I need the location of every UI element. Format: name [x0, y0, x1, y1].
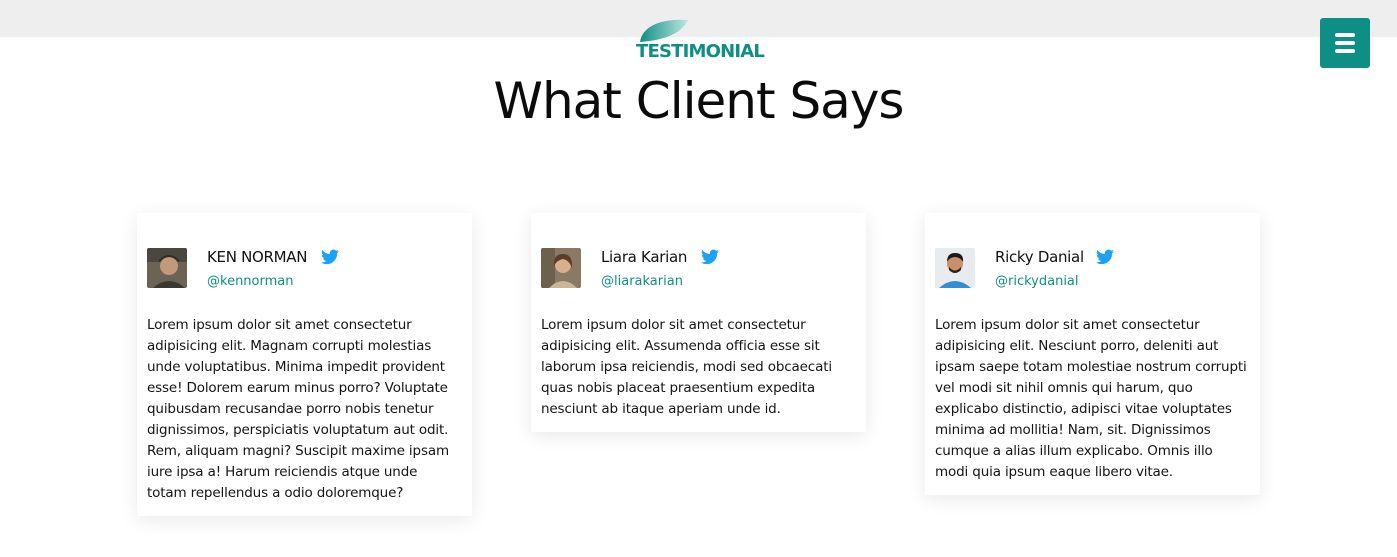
- twitter-icon[interactable]: [1095, 249, 1114, 265]
- client-handle[interactable]: @rickydanial: [995, 274, 1114, 289]
- avatar: [935, 248, 975, 288]
- testimonial-text: Lorem ipsum dolor sit amet consectetur a…: [935, 317, 1247, 480]
- testimonial-text: Lorem ipsum dolor sit amet consectetur a…: [541, 317, 832, 417]
- leaf-icon: [640, 19, 688, 42]
- testimonial-card: Liara Karian @liarakarian Lorem ipsum do…: [531, 213, 866, 432]
- client-name: Liara Karian: [601, 248, 688, 266]
- client-handle[interactable]: @liarakarian: [601, 274, 719, 289]
- twitter-icon[interactable]: [701, 249, 720, 265]
- testimonial-card: KEN NORMAN @kennorman Lorem ipsum dolor …: [137, 213, 472, 516]
- testimonial-text: Lorem ipsum dolor sit amet consectetur a…: [147, 317, 449, 501]
- page-title: What Client Says: [493, 72, 905, 130]
- client-handle[interactable]: @kennorman: [207, 274, 339, 289]
- client-name: Ricky Danial: [995, 248, 1084, 266]
- menu-button[interactable]: [1320, 18, 1370, 68]
- avatar: [147, 248, 187, 288]
- section-badge: TESTIMONIAL: [636, 18, 765, 64]
- hamburger-icon: [1335, 33, 1355, 53]
- client-name: KEN NORMAN: [207, 248, 308, 266]
- twitter-icon[interactable]: [321, 249, 340, 265]
- testimonial-card: Ricky Danial @rickydanial Lorem ipsum do…: [925, 213, 1260, 495]
- badge-label: TESTIMONIAL: [636, 41, 765, 62]
- avatar: [541, 248, 581, 288]
